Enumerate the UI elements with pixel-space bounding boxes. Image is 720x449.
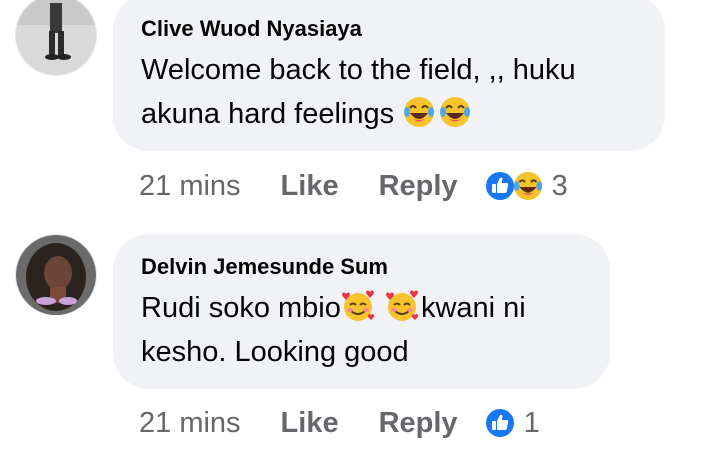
reaction-count: 1 <box>523 406 540 439</box>
comment-text-part: kwani ni <box>420 292 526 324</box>
smiling-hearts-emoji-icon <box>385 289 419 323</box>
like-icon <box>484 407 516 439</box>
reaction-summary[interactable]: 3 <box>484 170 568 203</box>
reply-button[interactable]: Reply <box>379 170 458 203</box>
comment-bubble: Clive Wuod Nyasiaya Welcome back to the … <box>113 0 665 151</box>
laugh-emoji-icon <box>438 95 472 129</box>
reaction-count: 3 <box>551 169 568 202</box>
comment-text-line: Rudi soko mbio kwani ni <box>141 286 582 330</box>
like-button[interactable]: Like <box>281 170 339 203</box>
comment-actions: 21 mins Like Reply 3 <box>139 166 568 206</box>
comment-text-line: Welcome back to the field, ,, huku <box>141 54 576 86</box>
laugh-emoji-icon <box>512 170 544 202</box>
comment-author[interactable]: Clive Wuod Nyasiaya <box>141 16 637 42</box>
comment-text-line: akuna hard feelings <box>141 92 637 136</box>
comment-text: Rudi soko mbio kwani ni kesho. Looking g… <box>141 286 582 374</box>
comment-actions: 21 mins Like Reply 1 <box>139 403 540 443</box>
comment-timestamp[interactable]: 21 mins <box>139 170 241 203</box>
avatar[interactable] <box>15 234 97 316</box>
comment-author[interactable]: Delvin Jemesunde Sum <box>141 254 582 280</box>
smiling-hearts-emoji-icon <box>341 289 375 323</box>
reply-button[interactable]: Reply <box>379 407 458 440</box>
comment-text-line: kesho. Looking good <box>141 336 409 368</box>
laugh-emoji-icon <box>402 95 436 129</box>
comment-timestamp[interactable]: 21 mins <box>139 407 241 440</box>
avatar[interactable] <box>15 0 97 76</box>
comment-text-part: Rudi soko mbio <box>141 292 341 324</box>
comment-text: Welcome back to the field, ,, huku akuna… <box>141 48 637 136</box>
reaction-summary[interactable]: 1 <box>484 407 540 440</box>
comment-bubble: Delvin Jemesunde Sum Rudi soko mbio kwan… <box>113 234 610 389</box>
comment-text-part: akuna hard feelings <box>141 98 395 130</box>
like-button[interactable]: Like <box>281 407 339 440</box>
